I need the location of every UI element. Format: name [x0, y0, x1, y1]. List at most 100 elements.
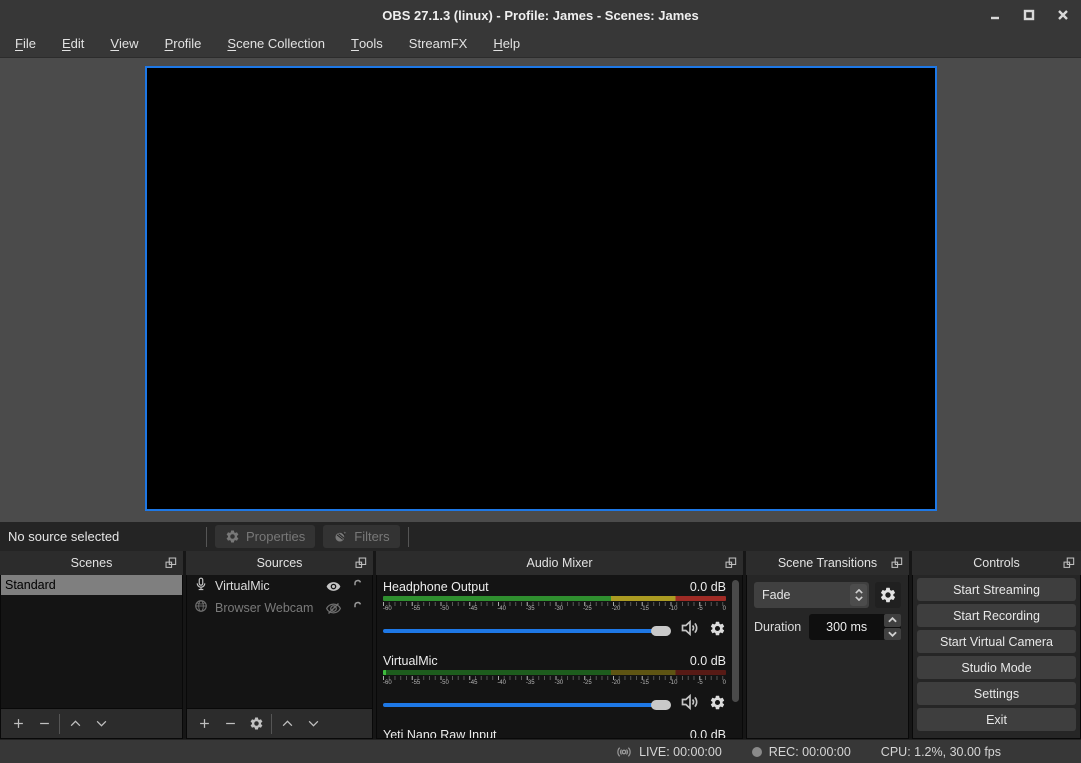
transition-settings-button[interactable]: [875, 582, 901, 608]
source-down-button[interactable]: [302, 713, 324, 735]
source-properties-button[interactable]: [245, 713, 267, 735]
slider-handle[interactable]: [651, 700, 671, 710]
maximize-button[interactable]: [1021, 7, 1037, 23]
popout-icon: [354, 556, 368, 570]
unlock-icon[interactable]: [350, 579, 365, 594]
chevron-up-icon: [855, 589, 863, 594]
menu-item-streamfx[interactable]: StreamFX: [396, 30, 481, 58]
toolbar-separator: [271, 714, 272, 734]
sources-list: VirtualMic Browser Webcam: [186, 575, 373, 709]
start-virtual-camera-button[interactable]: Start Virtual Camera: [917, 630, 1076, 653]
remove-scene-button[interactable]: [33, 713, 55, 735]
scene-down-button[interactable]: [90, 713, 112, 735]
cpu-fps-text: CPU: 1.2%, 30.00 fps: [881, 745, 1001, 759]
channel-name: Headphone Output: [383, 580, 489, 594]
start-streaming-button[interactable]: Start Streaming: [917, 578, 1076, 601]
toolbar-separator: [59, 714, 60, 734]
combo-arrows: [850, 584, 867, 606]
volume-slider[interactable]: [383, 626, 671, 636]
duration-decrement-button[interactable]: [884, 628, 901, 641]
menu-item-profile[interactable]: Profile: [152, 30, 215, 58]
sources-toolbar: [186, 709, 373, 739]
menu-item-help[interactable]: Help: [480, 30, 533, 58]
source-name: Browser Webcam: [215, 601, 319, 615]
eye-slash-icon[interactable]: [326, 601, 341, 616]
unlock-icon[interactable]: [350, 601, 365, 616]
start-recording-button[interactable]: Start Recording: [917, 604, 1076, 627]
remove-source-button[interactable]: [219, 713, 241, 735]
duration-value: 300 ms: [809, 620, 884, 634]
preview-canvas[interactable]: [145, 66, 937, 511]
preview-area: [0, 58, 1081, 522]
menu-item-tools[interactable]: Tools: [338, 30, 396, 58]
popout-icon: [890, 556, 904, 570]
scenes-list: Standard: [0, 575, 183, 709]
properties-label: Properties: [246, 529, 305, 544]
mixer-channel-headphone: Headphone Output 0.0 dB -60-55-50-45-40-…: [383, 580, 726, 643]
volume-meter: [383, 596, 726, 601]
broadcast-icon: [616, 744, 632, 760]
sources-header: Sources: [186, 551, 373, 575]
statusbar: LIVE: 00:00:00 REC: 00:00:00 CPU: 1.2%, …: [0, 739, 1081, 763]
scene-up-button[interactable]: [64, 713, 86, 735]
no-source-label: No source selected: [8, 529, 198, 544]
controls-panel: Controls Start Streaming Start Recording…: [912, 551, 1081, 739]
volume-slider[interactable]: [383, 700, 671, 710]
mixer-scrollbar[interactable]: [732, 580, 739, 702]
duration-spinbox[interactable]: 300 ms: [809, 614, 901, 640]
menu-item-file[interactable]: File: [2, 30, 49, 58]
scene-transitions-title: Scene Transitions: [778, 556, 877, 570]
filters-label: Filters: [354, 529, 389, 544]
speaker-icon[interactable]: [680, 692, 700, 717]
channel-db: 0.0 dB: [690, 654, 726, 668]
minimize-button[interactable]: [987, 7, 1003, 23]
speaker-icon[interactable]: [680, 618, 700, 643]
titlebar[interactable]: OBS 27.1.3 (linux) - Profile: James - Sc…: [0, 0, 1081, 30]
dock-area: Scenes Standard Sources: [0, 551, 1081, 739]
audio-mixer-header: Audio Mixer: [376, 551, 743, 575]
menu-item-edit[interactable]: Edit: [49, 30, 97, 58]
record-dot-icon: [752, 747, 762, 757]
source-row-virtualmic[interactable]: VirtualMic: [187, 575, 372, 597]
scene-item-standard[interactable]: Standard: [1, 575, 182, 595]
menu-item-view[interactable]: View: [97, 30, 151, 58]
meter-tick-labels: -60-55-50-45-40-35-30-25-20-15-10-50: [383, 680, 726, 687]
slider-handle[interactable]: [651, 626, 671, 636]
gear-icon: [225, 529, 240, 544]
globe-icon: [194, 599, 208, 618]
popout-icon: [1062, 556, 1076, 570]
duration-increment-button[interactable]: [884, 614, 901, 627]
eye-icon[interactable]: [326, 579, 341, 594]
source-toolbar: No source selected Properties Filters: [0, 522, 1081, 551]
channel-name: Yeti Nano Raw Input: [383, 728, 497, 739]
duration-label: Duration: [754, 620, 801, 634]
live-status: LIVE: 00:00:00: [616, 744, 722, 760]
properties-button[interactable]: Properties: [215, 525, 315, 548]
audio-gear-icon[interactable]: [709, 694, 726, 716]
controls-header: Controls: [912, 551, 1081, 575]
mixer-channel-virtualmic: VirtualMic 0.0 dB -60-55-50-45-40-35-30-…: [383, 654, 726, 717]
cpu-fps-status: CPU: 1.2%, 30.00 fps: [881, 745, 1001, 759]
scene-transitions-header: Scene Transitions: [746, 551, 909, 575]
toolbar-separator: [206, 527, 207, 547]
close-button[interactable]: [1055, 7, 1071, 23]
exit-button[interactable]: Exit: [917, 708, 1076, 731]
menu-item-scene-collection[interactable]: Scene Collection: [214, 30, 338, 58]
source-row-browser-webcam[interactable]: Browser Webcam: [187, 597, 372, 619]
transition-select[interactable]: Fade: [754, 582, 869, 608]
settings-button[interactable]: Settings: [917, 682, 1076, 705]
toolbar-separator: [408, 527, 409, 547]
chevron-up-icon: [888, 617, 897, 623]
audio-gear-icon[interactable]: [709, 620, 726, 642]
source-up-button[interactable]: [276, 713, 298, 735]
popout-icon: [164, 556, 178, 570]
filters-icon: [333, 529, 348, 544]
meter-tick-labels: -60-55-50-45-40-35-30-25-20-15-10-50: [383, 606, 726, 613]
audio-mixer-panel: Audio Mixer Headphone Output 0.0 dB -60-…: [376, 551, 743, 739]
live-time: LIVE: 00:00:00: [639, 745, 722, 759]
add-source-button[interactable]: [193, 713, 215, 735]
add-scene-button[interactable]: [7, 713, 29, 735]
filters-button[interactable]: Filters: [323, 525, 399, 548]
studio-mode-button[interactable]: Studio Mode: [917, 656, 1076, 679]
sources-panel: Sources VirtualMic Browser Webcam: [186, 551, 373, 739]
